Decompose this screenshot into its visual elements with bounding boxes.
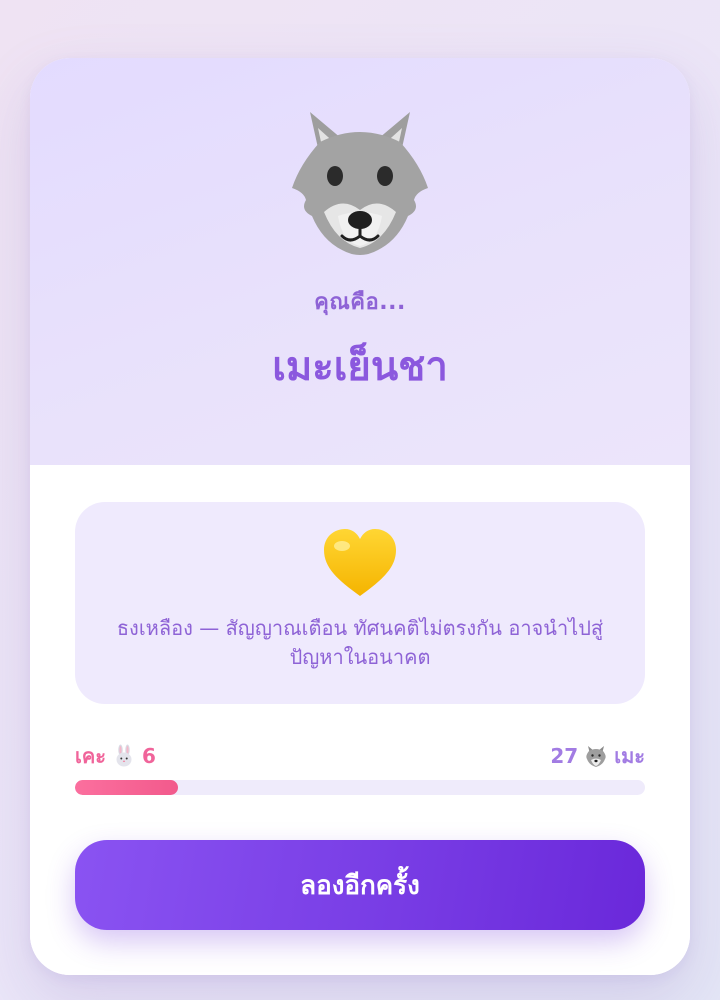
seme-label: เมะ [614, 744, 645, 768]
retry-button[interactable]: ลองอีกครั้ง [75, 840, 645, 930]
result-card: คุณคือ... เมะเย็นชา ธงเหลือง — สัญญาณเตื… [30, 58, 690, 975]
seme-score: 27 เมะ [550, 740, 645, 772]
result-hero: คุณคือ... เมะเย็นชา [30, 58, 690, 465]
score-progress-bar [75, 780, 645, 795]
uke-label: เคะ [75, 744, 106, 768]
seme-score-value: 27 [550, 744, 579, 768]
flag-box: ธงเหลือง — สัญญาณเตือน ทัศนคติไม่ตรงกัน … [75, 502, 645, 704]
rabbit-icon [116, 744, 132, 767]
wolf-icon [292, 112, 428, 255]
wolf-icon [586, 746, 606, 767]
score-row: เคะ 6 27 เมะ [75, 740, 645, 770]
result-subtitle: คุณคือ... [314, 290, 406, 315]
flag-message: ธงเหลือง — สัญญาณเตือน ทัศนคติไม่ตรงกัน … [116, 616, 604, 669]
uke-score-value: 6 [141, 744, 156, 768]
yellow-heart-icon [324, 529, 396, 596]
result-title: เมะเย็นชา [272, 344, 448, 390]
score-progress-fill [75, 780, 178, 795]
uke-score: เคะ 6 [75, 740, 156, 772]
